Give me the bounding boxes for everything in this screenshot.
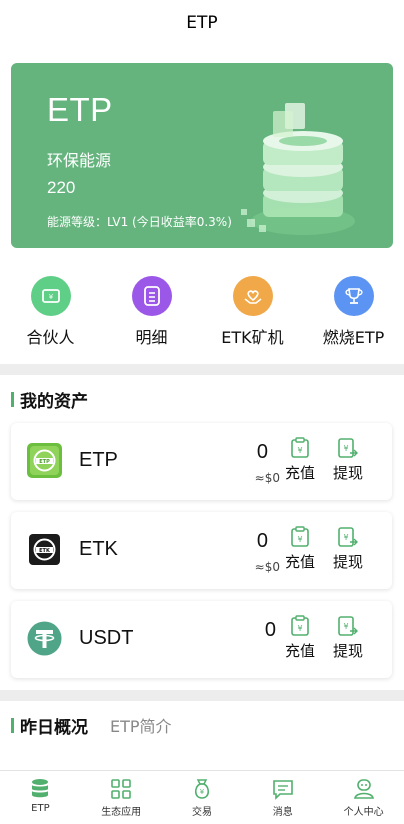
quick-action-label: 燃烧ETP — [322, 328, 385, 347]
svg-text:¥: ¥ — [343, 622, 348, 631]
top-bar: ETP — [0, 0, 404, 46]
database-icon — [32, 779, 49, 798]
svg-text:¥: ¥ — [200, 788, 205, 796]
partner-icon: ¥ — [30, 276, 71, 316]
trophy-icon — [333, 276, 374, 316]
withdraw-icon: ¥ — [338, 527, 358, 547]
miner-heart-icon — [232, 276, 273, 316]
quick-actions: ¥ 合伙人 明细 ETK矿机 燃烧ETP — [0, 261, 404, 364]
svg-text:¥: ¥ — [297, 535, 302, 544]
withdraw-label: 提现 — [332, 553, 363, 571]
withdraw-button[interactable]: ¥ 提现 — [332, 526, 364, 572]
hero-subtitle: 环保能源 — [47, 151, 112, 170]
withdraw-label: 提现 — [332, 464, 363, 482]
svg-text:¥: ¥ — [297, 446, 302, 455]
asset-name: USDT — [79, 627, 134, 649]
grid-apps-icon — [111, 779, 131, 799]
hero-coin-name: ETP — [47, 91, 113, 128]
withdraw-button[interactable]: ¥ 提现 — [332, 615, 364, 661]
recharge-icon: ¥ — [291, 615, 309, 636]
tab-label: 消息 — [272, 807, 293, 818]
tab-profile[interactable]: 个人中心 — [329, 771, 399, 824]
withdraw-label: 提现 — [332, 642, 363, 660]
overview-tab-intro[interactable]: ETP简介 — [110, 713, 172, 737]
svg-text:ETK: ETK — [39, 548, 51, 554]
asset-card-etp[interactable]: ETP ETP 0 ≈$0 ¥ 充值 ¥ 提现 — [11, 423, 392, 500]
tab-ecosystem[interactable]: 生态应用 — [86, 771, 156, 824]
withdraw-icon: ¥ — [338, 438, 358, 458]
recharge-button[interactable]: ¥ 充值 — [284, 615, 316, 661]
assets-section-title: 我的资产 — [20, 391, 88, 412]
quick-action-label: 明细 — [135, 328, 168, 347]
assets-section: 我的资产 ETP ETP 0 ≈$0 ¥ 充值 ¥ 提现 ETK ETK 0 ≈… — [0, 375, 404, 690]
hero-level-text: 能源等级：LV1 (今日收益率0.3%) — [47, 215, 232, 229]
svg-text:¥: ¥ — [297, 624, 302, 633]
section-accent-bar — [11, 391, 14, 407]
recharge-label: 充值 — [284, 642, 315, 660]
svg-text:ETP: ETP — [39, 459, 50, 465]
overview-tab-yesterday[interactable]: 昨日概况 — [20, 713, 88, 738]
withdraw-button[interactable]: ¥ 提现 — [332, 437, 364, 483]
asset-amount: 0 — [256, 530, 268, 552]
asset-name: ETP — [79, 449, 118, 471]
tab-label: 交易 — [191, 807, 212, 818]
hero-wrapper: ETP 环保能源 220 能源等级：LV1 (今日收益率0.3%) — [0, 46, 404, 261]
asset-card-etk[interactable]: ETK ETK 0 ≈$0 ¥ 充值 ¥ 提现 — [11, 512, 392, 589]
server-stack-illustration-icon — [241, 103, 355, 235]
recharge-label: 充值 — [284, 553, 315, 571]
section-accent-bar — [11, 717, 14, 733]
recharge-button[interactable]: ¥ 充值 — [284, 526, 316, 572]
quick-action-label: 合伙人 — [26, 328, 75, 347]
assets-section-header: 我的资产 — [11, 375, 392, 423]
recharge-label: 充值 — [284, 464, 315, 482]
tab-messages[interactable]: 消息 — [248, 771, 318, 824]
usdt-logo-icon — [27, 621, 62, 656]
recharge-icon: ¥ — [291, 526, 309, 547]
tab-trade[interactable]: ¥ 交易 — [167, 771, 237, 824]
page-title: ETP — [186, 13, 218, 33]
asset-name: ETK — [79, 538, 118, 560]
tab-label: 生态应用 — [101, 807, 142, 818]
quick-action-burn[interactable]: 燃烧ETP — [308, 276, 400, 364]
tab-etp[interactable]: ETP — [5, 771, 75, 824]
asset-usd-value: ≈$0 — [254, 471, 280, 485]
etk-logo-icon: ETK — [27, 532, 62, 567]
quick-action-details[interactable]: 明细 — [106, 276, 198, 364]
etp-logo-icon: ETP — [27, 443, 62, 478]
svg-text:¥: ¥ — [343, 444, 348, 453]
quick-action-miner[interactable]: ETK矿机 — [207, 276, 299, 364]
hero-card: ETP 环保能源 220 能源等级：LV1 (今日收益率0.3%) — [11, 63, 393, 248]
hero-value: 220 — [47, 178, 76, 197]
money-bag-icon: ¥ — [194, 779, 210, 799]
svg-text:¥: ¥ — [48, 293, 53, 301]
details-list-icon — [131, 276, 172, 316]
message-icon — [272, 780, 293, 800]
asset-amount: 0 — [256, 441, 268, 463]
quick-action-label: ETK矿机 — [221, 328, 284, 347]
withdraw-icon: ¥ — [338, 616, 358, 636]
recharge-icon: ¥ — [291, 437, 309, 458]
asset-card-usdt[interactable]: USDT 0 ¥ 充值 ¥ 提现 — [11, 601, 392, 678]
recharge-button[interactable]: ¥ 充值 — [284, 437, 316, 483]
asset-usd-value: ≈$0 — [254, 560, 280, 574]
bottom-tab-bar: ETP 生态应用 ¥ 交易 消息 个人中心 — [0, 770, 404, 824]
tab-label: ETP — [31, 803, 50, 814]
svg-text:¥: ¥ — [343, 533, 348, 542]
user-icon — [353, 779, 374, 799]
asset-amount: 0 — [264, 619, 276, 641]
overview-section-header: 昨日概况 ETP简介 — [11, 701, 392, 749]
quick-action-partner[interactable]: ¥ 合伙人 — [5, 276, 97, 364]
tab-label: 个人中心 — [343, 807, 384, 818]
